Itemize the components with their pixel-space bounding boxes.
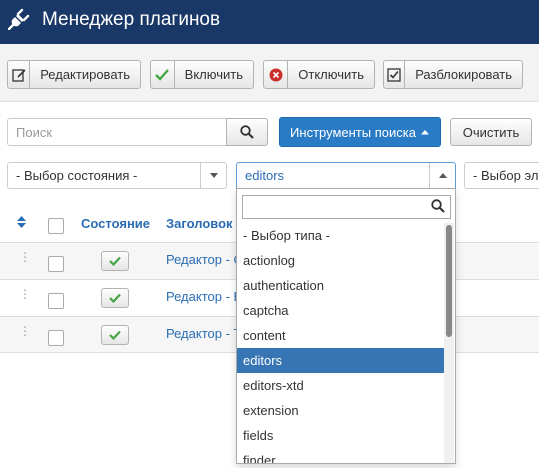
dropdown-option[interactable]: actionlog xyxy=(237,248,444,273)
drag-handle-icon[interactable]: ⋮ xyxy=(19,288,31,300)
dropdown-option[interactable]: editors xyxy=(237,348,444,373)
dropdown-option[interactable]: captcha xyxy=(237,298,444,323)
unlock-label: Разблокировать xyxy=(415,67,512,82)
dropdown-option[interactable]: extension xyxy=(237,398,444,423)
check-icon xyxy=(109,330,121,340)
plug-icon xyxy=(8,8,30,30)
check-icon xyxy=(109,293,121,303)
drag-handle-icon[interactable]: ⋮ xyxy=(19,325,31,337)
plugin-title-link[interactable]: Редактор - E xyxy=(166,289,242,304)
plugin-title-link[interactable]: Редактор - T xyxy=(166,326,241,341)
type-select-value: editors xyxy=(245,168,285,183)
row-checkbox[interactable] xyxy=(48,330,64,346)
dropdown-options: - Выбор типа - actionlog authentication cap… xyxy=(237,223,444,463)
search-tools-button[interactable]: Инструменты поиска xyxy=(279,117,441,147)
dropdown-option[interactable]: editors-xtd xyxy=(237,373,444,398)
enable-button[interactable]: Включить xyxy=(150,60,254,89)
edit-label: Редактировать xyxy=(40,67,130,82)
search-icon xyxy=(431,199,445,213)
check-icon xyxy=(109,256,121,266)
scrollbar-thumb[interactable] xyxy=(446,225,452,337)
page-title: Менеджер плагинов xyxy=(42,9,221,30)
search-button[interactable] xyxy=(226,118,268,146)
dropdown-option[interactable]: authentication xyxy=(237,273,444,298)
enabled-toggle[interactable] xyxy=(101,251,129,271)
search-tools-label: Инструменты поиска xyxy=(290,124,416,140)
row-checkbox[interactable] xyxy=(48,256,64,272)
disable-button[interactable]: Отключить xyxy=(263,60,375,89)
disable-icon xyxy=(264,61,289,88)
enabled-toggle[interactable] xyxy=(101,288,129,308)
page-header: Менеджер плагинов xyxy=(0,0,539,44)
chevron-down-icon xyxy=(200,163,226,188)
clear-button[interactable]: Очистить xyxy=(450,118,532,146)
check-icon xyxy=(151,61,175,88)
dropdown-scrollbar[interactable] xyxy=(444,223,454,463)
type-dropdown: - Выбор типа - actionlog authentication cap… xyxy=(236,188,456,464)
plugin-title-link[interactable]: Редактор - C xyxy=(166,252,243,267)
state-column-header[interactable]: Состояние xyxy=(81,216,150,231)
dropdown-option[interactable]: fields xyxy=(237,423,444,448)
checkbox-icon xyxy=(384,61,406,88)
clear-label: Очистить xyxy=(462,124,520,140)
select-all-checkbox[interactable] xyxy=(48,218,64,234)
sort-icon[interactable] xyxy=(17,216,26,228)
edit-button[interactable]: Редактировать xyxy=(7,60,141,89)
edit-icon xyxy=(8,61,31,88)
toolbar: Редактировать Включить Отключить Разблок… xyxy=(0,44,539,102)
search-input[interactable]: Поиск xyxy=(7,118,227,146)
chevron-up-icon xyxy=(429,163,455,188)
unlock-button[interactable]: Разблокировать xyxy=(383,60,523,89)
type-select[interactable]: editors xyxy=(236,162,456,189)
enabled-toggle[interactable] xyxy=(101,325,129,345)
row-checkbox[interactable] xyxy=(48,293,64,309)
dropdown-option[interactable]: - Выбор типа - xyxy=(237,223,444,248)
state-select[interactable]: - Выбор состояния - xyxy=(7,162,227,189)
dropdown-option[interactable]: finder xyxy=(237,448,444,463)
disable-label: Отключить xyxy=(298,67,364,82)
search-icon xyxy=(240,125,254,139)
search-placeholder: Поиск xyxy=(16,124,53,140)
dropdown-search-input[interactable] xyxy=(242,195,451,219)
element-select[interactable]: - Выбор эл xyxy=(464,162,539,189)
dropdown-option[interactable]: content xyxy=(237,323,444,348)
drag-handle-icon[interactable]: ⋮ xyxy=(19,251,31,263)
enable-label: Включить xyxy=(184,67,243,82)
caret-up-icon xyxy=(420,130,429,135)
element-select-value: - Выбор эл xyxy=(473,168,539,183)
state-select-value: - Выбор состояния - xyxy=(16,168,138,183)
title-column-header[interactable]: Заголовок xyxy=(166,216,233,231)
